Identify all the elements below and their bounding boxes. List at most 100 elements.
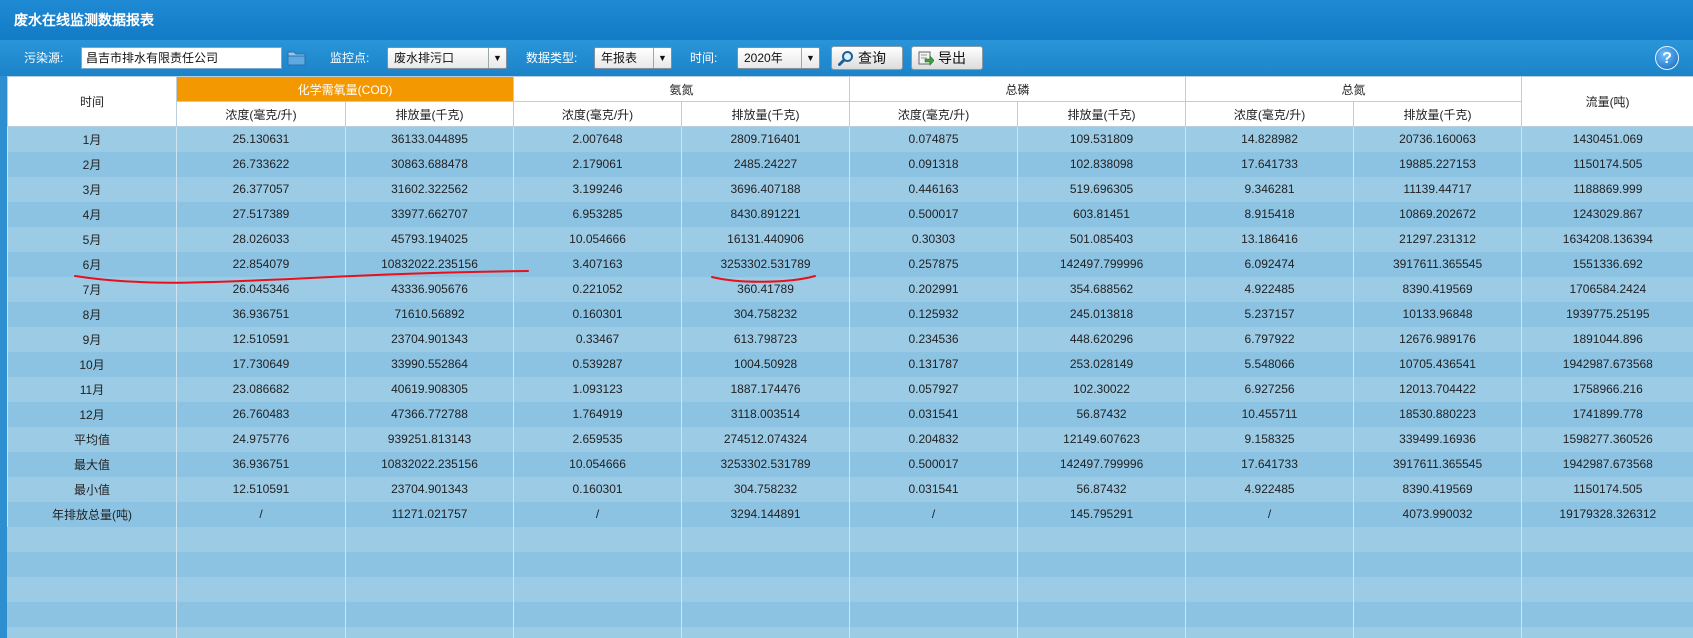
table-cell: 2.007648 <box>513 126 682 152</box>
table-cell: 33990.552864 <box>344 351 514 377</box>
table-row[interactable]: 5月 28.026033 45793.194025 10.054666 16131.44… <box>7 226 1693 252</box>
table-row[interactable]: 最小值 12.510591 23704.901343 0.160301 304.7582… <box>7 476 1693 502</box>
table-cell: 12013.704422 <box>1353 376 1522 402</box>
column-divider <box>345 527 346 638</box>
table-row[interactable]: 3月 26.377057 31602.322562 3.199246 3696.4071… <box>7 176 1693 202</box>
table-row[interactable]: 6月 22.854079 10832022.235156 3.407163 325330… <box>7 251 1693 277</box>
table-cell: 3253302.531789 <box>681 451 850 477</box>
table-row[interactable]: 8月 36.936751 71610.56892 0.160301 304.758232… <box>7 301 1693 327</box>
table-cell: 36.936751 <box>176 301 346 327</box>
table-cell: 0.131787 <box>849 351 1018 377</box>
table-cell: 36133.044895 <box>344 126 514 152</box>
time-value: 2020年 <box>744 51 783 65</box>
table-cell: / <box>513 501 682 527</box>
table-cell: 0.204832 <box>849 426 1018 452</box>
table-cell: 25.130631 <box>176 126 346 152</box>
monitor-point-select[interactable]: 废水排污口 ▼ <box>387 47 507 69</box>
data-type-select[interactable]: 年报表 ▼ <box>594 47 672 69</box>
table-cell: 3.199246 <box>513 176 682 202</box>
help-icon[interactable]: ? <box>1655 46 1679 70</box>
table-cell: 613.798723 <box>681 326 850 352</box>
table-cell: 18530.880223 <box>1353 401 1522 427</box>
table-cell: 1758966.216 <box>1521 376 1693 402</box>
report-table-body: 1月 25.130631 36133.044895 2.007648 2809.7164… <box>7 126 1693 527</box>
table-cell: 0.221052 <box>513 276 682 302</box>
table-cell: 1004.50928 <box>681 351 850 377</box>
query-label: 查询 <box>858 50 886 66</box>
table-cell: 26.045346 <box>176 276 346 302</box>
table-cell: 11139.44717 <box>1353 176 1522 202</box>
folder-icon[interactable] <box>287 49 307 67</box>
table-cell: 13.186416 <box>1185 226 1354 252</box>
table-cell: 10832022.235156 <box>344 251 514 277</box>
table-cell: 0.446163 <box>849 176 1018 202</box>
table-cell: 4.922485 <box>1185 476 1354 502</box>
table-cell: 20736.160063 <box>1353 126 1522 152</box>
table-cell: 1150174.505 <box>1521 476 1693 502</box>
total-nitrogen-group-header[interactable]: 总氮 <box>1185 76 1523 102</box>
table-cell: 17.641733 <box>1185 451 1354 477</box>
export-button[interactable]: 导出 <box>911 46 983 70</box>
table-cell: 3.407163 <box>513 251 682 277</box>
table-cell: 8390.419569 <box>1353 276 1522 302</box>
table-cell: 23.086682 <box>176 376 346 402</box>
table-cell: 1188869.999 <box>1521 176 1693 202</box>
table-cell: 0.057927 <box>849 376 1018 402</box>
table-row[interactable]: 最大值 36.936751 10832022.235156 10.054666 3253… <box>7 451 1693 477</box>
table-cell: 304.758232 <box>681 476 850 502</box>
table-cell: 17.730649 <box>176 351 346 377</box>
cod-group-header[interactable]: 化学需氧量(COD) <box>175 76 515 102</box>
data-type-value: 年报表 <box>601 51 638 65</box>
table-cell: 10.054666 <box>513 451 682 477</box>
table-cell: 36.936751 <box>176 451 346 477</box>
table-cell: 8430.891221 <box>681 201 850 227</box>
column-divider <box>1353 527 1354 638</box>
table-row[interactable]: 10月 17.730649 33990.552864 0.539287 1004.509… <box>7 351 1693 377</box>
table-cell: 27.517389 <box>176 201 346 227</box>
table-cell: 1430451.069 <box>1521 126 1693 152</box>
table-cell: 102.838098 <box>1017 151 1186 177</box>
table-cell: 5.237157 <box>1185 301 1354 327</box>
time-select[interactable]: 2020年 ▼ <box>737 47 820 69</box>
total-phosphorus-group-header[interactable]: 总磷 <box>849 76 1187 102</box>
table-row[interactable]: 9月 12.510591 23704.901343 0.33467 613.798723… <box>7 326 1693 352</box>
table-cell: 6.092474 <box>1185 251 1354 277</box>
table-cell: 3917611.365545 <box>1353 251 1522 277</box>
table-row[interactable]: 4月 27.517389 33977.662707 6.953285 8430.8912… <box>7 201 1693 227</box>
table-cell: 102.30022 <box>1017 376 1186 402</box>
table-cell: 43336.905676 <box>344 276 514 302</box>
table-row[interactable]: 11月 23.086682 40619.908305 1.093123 1887.174… <box>7 376 1693 402</box>
table-cell: 304.758232 <box>681 301 850 327</box>
column-divider <box>849 527 850 638</box>
table-cell: 17.641733 <box>1185 151 1354 177</box>
table-cell: 3917611.365545 <box>1353 451 1522 477</box>
row-time-cell: 1月 <box>7 126 177 152</box>
table-row[interactable]: 7月 26.045346 43336.905676 0.221052 360.41789… <box>7 276 1693 302</box>
table-cell: 10832022.235156 <box>344 451 514 477</box>
table-row[interactable]: 12月 26.760483 47366.772788 1.764919 3118.003… <box>7 401 1693 427</box>
table-row[interactable]: 年排放总量(吨)/11271.021757/3294.144891/145.79… <box>7 501 1693 527</box>
query-button[interactable]: 查询 <box>831 46 903 70</box>
flow-column-header: 流量(吨) <box>1521 76 1693 127</box>
filter-toolbar: 污染源: 昌吉市排水有限责任公司 监控点: 废水排污口 ▼ 数据类型: 年报表 … <box>0 40 1693 76</box>
table-cell: 3253302.531789 <box>681 251 850 277</box>
table-row[interactable]: 1月 25.130631 36133.044895 2.007648 2809.7164… <box>7 126 1693 152</box>
table-cell: 8.915418 <box>1185 201 1354 227</box>
table-cell: 9.346281 <box>1185 176 1354 202</box>
table-cell: 1598277.360526 <box>1521 426 1693 452</box>
pollution-source-input[interactable]: 昌吉市排水有限责任公司 <box>81 47 282 69</box>
table-row[interactable]: 平均值 24.975776 939251.813143 2.659535 274512.… <box>7 426 1693 452</box>
ammonia-group-header[interactable]: 氨氮 <box>513 76 851 102</box>
table-cell: 1634208.136394 <box>1521 226 1693 252</box>
table-cell: 603.81451 <box>1017 201 1186 227</box>
table-cell: 30863.688478 <box>344 151 514 177</box>
table-cell: 0.031541 <box>849 401 1018 427</box>
table-row[interactable]: 2月 26.733622 30863.688478 2.179061 2485.2422… <box>7 151 1693 177</box>
row-time-cell: 11月 <box>7 376 177 402</box>
export-label: 导出 <box>938 50 966 66</box>
pollution-source-label: 污染源: <box>24 51 64 65</box>
table-cell: 0.257875 <box>849 251 1018 277</box>
table-cell: 1887.174476 <box>681 376 850 402</box>
table-cell: / <box>1185 501 1354 527</box>
row-time-cell: 5月 <box>7 226 177 252</box>
